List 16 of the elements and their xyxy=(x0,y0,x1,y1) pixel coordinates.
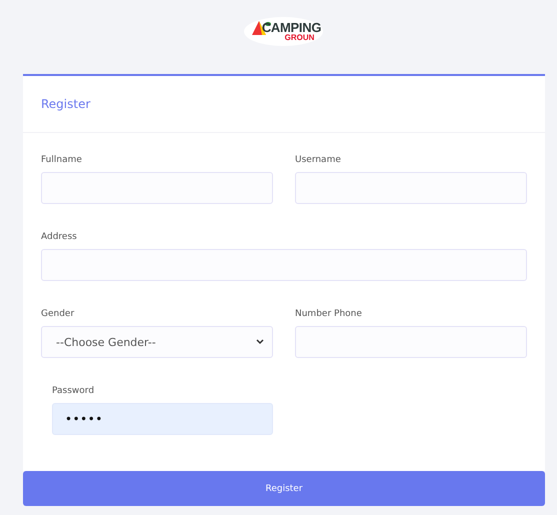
logo: CAMPING GROUN xyxy=(244,16,324,46)
input-field[interactable] xyxy=(295,326,527,358)
input-field[interactable] xyxy=(295,172,527,204)
password-field[interactable]: ••••• xyxy=(52,403,273,435)
input-field[interactable] xyxy=(41,172,273,204)
field-label: Password xyxy=(52,386,96,396)
chevron-down-icon xyxy=(256,339,264,345)
field-label: Fullname xyxy=(41,155,83,165)
field-label: Gender xyxy=(41,309,76,319)
field-label: Number Phone xyxy=(295,309,363,319)
card-title: Register xyxy=(41,97,90,111)
field-label: Address xyxy=(41,232,78,242)
input-field[interactable] xyxy=(41,249,527,281)
field-label: Username xyxy=(295,155,342,165)
register-button[interactable]: Register xyxy=(23,471,545,506)
gender-select[interactable]: --Choose Gender-- xyxy=(41,326,273,358)
